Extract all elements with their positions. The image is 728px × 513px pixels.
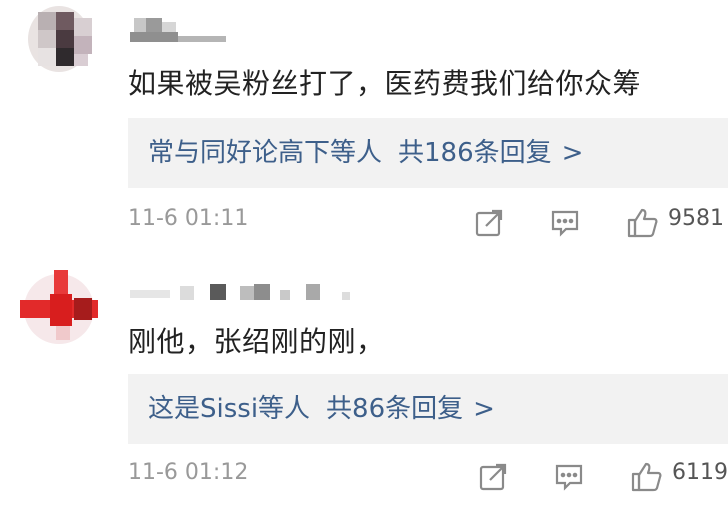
- comment-meta: 11-6 01:12 6119: [128, 456, 728, 496]
- reply-count: 共186条回复: [398, 138, 552, 168]
- timestamp: 11-6 01:12: [128, 460, 249, 485]
- replies-preview[interactable]: 常与同好论高下等人 共186条回复 >: [128, 118, 728, 188]
- username[interactable]: [130, 18, 230, 48]
- avatar[interactable]: [20, 270, 98, 348]
- comment-icon[interactable]: [552, 460, 586, 494]
- like-count: 9581: [668, 206, 724, 231]
- comment-meta: 11-6 01:11 9581: [128, 202, 728, 242]
- reply-count: 共86条回复: [326, 394, 464, 424]
- comment-text: 刚他，张绍刚的刚，: [128, 325, 385, 358]
- like-count: 6119: [672, 460, 728, 485]
- share-icon[interactable]: [476, 460, 510, 494]
- share-icon[interactable]: [472, 206, 506, 240]
- avatar[interactable]: [20, 0, 98, 78]
- comment-text: 如果被吴粉丝打了，医药费我们给你众筹: [128, 67, 642, 100]
- comment-item: 如果被吴粉丝打了，医药费我们给你众筹 常与同好论高下等人 共186条回复 > 11-…: [0, 0, 728, 256]
- timestamp: 11-6 01:11: [128, 206, 249, 231]
- reply-authors: 这是Sissi等人: [148, 394, 311, 424]
- reply-authors: 常与同好论高下等人: [148, 138, 383, 168]
- chevron-right-icon: >: [473, 394, 495, 424]
- comment-item: 刚他，张绍刚的刚， 这是Sissi等人共86条回复 > 11-6 01:12: [0, 256, 728, 512]
- username[interactable]: [130, 284, 360, 314]
- chevron-right-icon: >: [561, 138, 584, 168]
- thumbs-up-icon[interactable]: [630, 460, 664, 494]
- replies-preview[interactable]: 这是Sissi等人 共86条回复 >: [128, 374, 728, 444]
- comment-icon[interactable]: [548, 206, 582, 240]
- thumbs-up-icon[interactable]: [626, 206, 660, 240]
